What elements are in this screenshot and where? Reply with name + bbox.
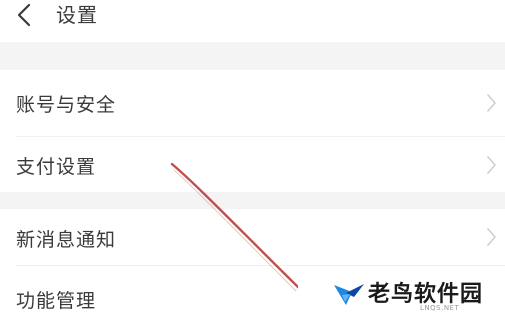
section-gap bbox=[0, 192, 505, 209]
chevron-right-icon bbox=[485, 154, 497, 176]
settings-screen: 设置 账号与安全 支付设置 新消息通知 功能管理 老鸟软件园 LNQS.NET bbox=[0, 0, 505, 319]
settings-item-label: 支付设置 bbox=[16, 156, 97, 178]
chevron-right-icon bbox=[485, 92, 497, 114]
settings-item-label: 新消息通知 bbox=[16, 229, 117, 251]
settings-item-label: 功能管理 bbox=[16, 290, 97, 312]
section-gap bbox=[0, 42, 505, 70]
settings-item-account-security[interactable]: 账号与安全 bbox=[0, 70, 505, 136]
watermark: 老鸟软件园 LNQS.NET bbox=[298, 266, 505, 319]
watermark-url: LNQS.NET bbox=[420, 304, 460, 312]
settings-item-payment[interactable]: 支付设置 bbox=[0, 137, 505, 192]
settings-item-label: 账号与安全 bbox=[16, 94, 117, 116]
chevron-right-icon bbox=[485, 226, 497, 248]
chevron-left-icon[interactable] bbox=[14, 2, 36, 28]
settings-item-notifications[interactable]: 新消息通知 bbox=[0, 209, 505, 265]
page-title: 设置 bbox=[56, 3, 98, 27]
bird-logo-icon bbox=[332, 275, 366, 309]
nav-header: 设置 bbox=[0, 0, 505, 42]
